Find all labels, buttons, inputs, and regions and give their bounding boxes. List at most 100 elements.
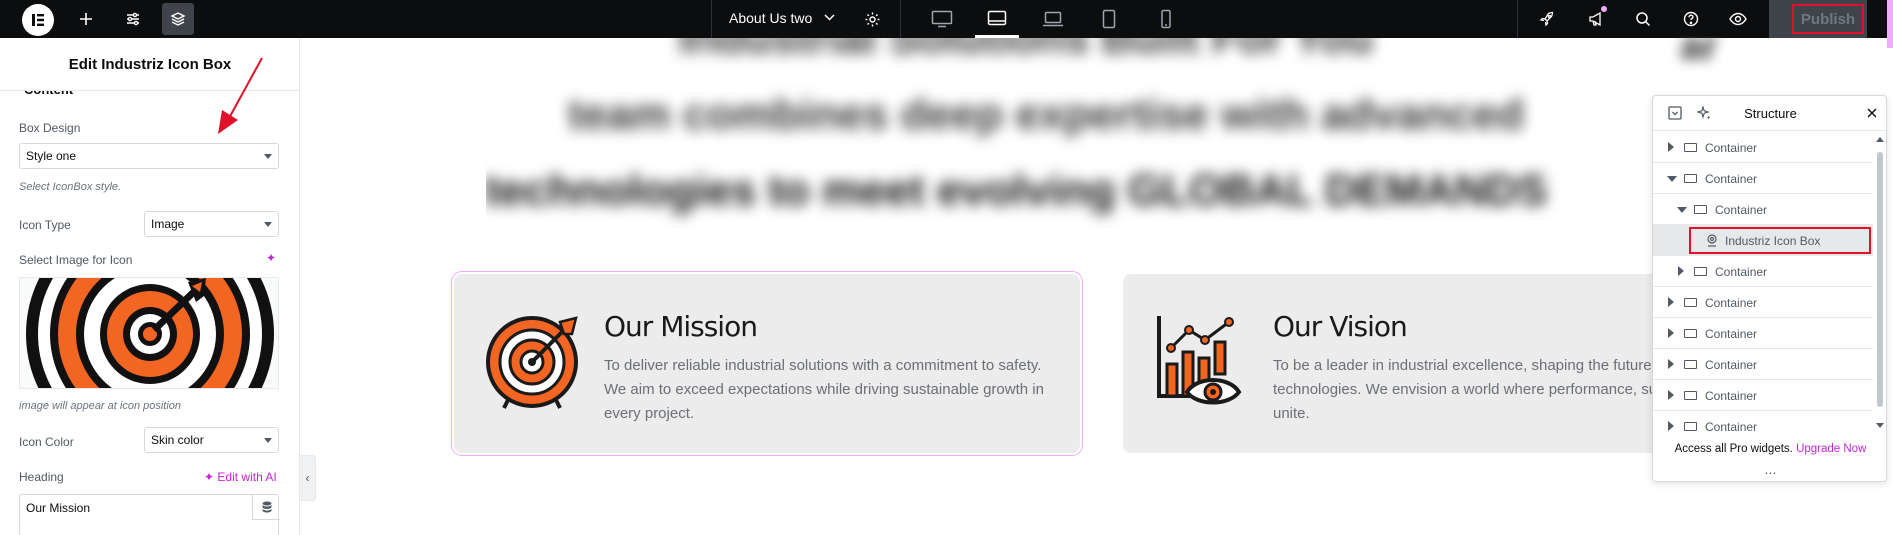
- structure-row-selected[interactable]: Industriz Icon Box: [1653, 225, 1873, 256]
- close-structure-button[interactable]: [1864, 105, 1880, 121]
- structure-row-label: Container: [1705, 420, 1758, 434]
- target-arrow-icon: [484, 314, 580, 410]
- container-icon: [1684, 422, 1697, 431]
- device-tablet-button[interactable]: [1085, 0, 1133, 38]
- whats-new-button[interactable]: [1580, 3, 1612, 35]
- upgrade-now-link[interactable]: Upgrade Now: [1796, 443, 1866, 455]
- page-settings-button[interactable]: [856, 3, 888, 35]
- container-icon: [1684, 391, 1697, 400]
- chevron-down-icon: [824, 14, 835, 21]
- caret-down-icon: [1667, 176, 1677, 182]
- hero-line-2: team combines deep expertise with advanc…: [567, 90, 1525, 139]
- caret-down-icon: [264, 222, 272, 227]
- edit-with-ai-label: Edit with AI: [217, 470, 277, 484]
- dynamic-tags-button[interactable]: [252, 494, 280, 520]
- preview-button[interactable]: [1722, 3, 1754, 35]
- add-element-button[interactable]: [70, 3, 102, 35]
- device-laptop-button[interactable]: [1029, 0, 1077, 38]
- icon-type-label: Icon Type: [19, 218, 71, 232]
- structure-row[interactable]: Container: [1653, 380, 1873, 411]
- site-settings-button[interactable]: [117, 3, 149, 35]
- tablet-landscape-icon: [987, 10, 1007, 26]
- box-design-value: Style one: [26, 149, 77, 163]
- box-design-hint: Select IconBox style.: [19, 181, 122, 193]
- edit-with-ai-button[interactable]: ✦ Edit with AI: [204, 470, 277, 484]
- structure-row-label: Container: [1705, 141, 1758, 155]
- mission-title: Our Mission: [604, 310, 758, 343]
- icon-type-value: Image: [151, 217, 185, 231]
- scroll-up-icon: [1876, 137, 1884, 142]
- heading-label: Heading: [19, 470, 64, 484]
- select-image-hint: image will appear at icon position: [19, 400, 182, 412]
- caret-right-icon: [1668, 328, 1674, 338]
- caret-right-icon: [1668, 390, 1674, 400]
- ai-sparkle-icon: ✦: [204, 470, 215, 484]
- structure-button[interactable]: [162, 3, 194, 35]
- sliders-icon: [127, 12, 139, 26]
- heading-textarea[interactable]: Our Mission: [19, 494, 280, 535]
- mission-text: To deliver reliable industrial solutions…: [604, 357, 1044, 422]
- help-icon: [1683, 11, 1699, 27]
- icon-color-label: Icon Color: [19, 435, 74, 449]
- elementor-logo-icon[interactable]: [22, 4, 54, 36]
- eye-icon: [1729, 12, 1747, 26]
- icon-image-preview[interactable]: [19, 277, 279, 389]
- launchpad-button[interactable]: [1531, 3, 1563, 35]
- structure-row[interactable]: Container: [1653, 411, 1873, 442]
- structure-footer: Access all Pro widgets. Upgrade Now: [1653, 443, 1886, 455]
- close-icon: [1867, 108, 1877, 118]
- publish-button[interactable]: Publish: [1792, 4, 1864, 34]
- container-icon: [1684, 143, 1697, 152]
- container-icon: [1684, 174, 1697, 183]
- plus-icon: [80, 13, 92, 25]
- laptop-icon: [1043, 11, 1063, 27]
- database-icon: [262, 501, 271, 512]
- finder-button[interactable]: [1627, 3, 1659, 35]
- purple-edge-strip: [1887, 0, 1893, 48]
- icon-type-select[interactable]: Image: [144, 211, 279, 237]
- structure-row-label: Container: [1705, 296, 1758, 310]
- structure-row-label: Container: [1705, 172, 1758, 186]
- document-title-label: About Us two: [729, 10, 813, 26]
- blurred-page-fragment: ar: [1680, 36, 1718, 68]
- device-mobile-button[interactable]: [1142, 0, 1190, 38]
- container-icon: [1694, 205, 1707, 214]
- structure-row[interactable]: Container: [1653, 132, 1873, 163]
- caret-down-icon: [1677, 207, 1687, 213]
- resize-handle-icon[interactable]: ⋯: [1653, 466, 1886, 480]
- scroll-down-icon: [1876, 423, 1884, 428]
- structure-row-label: Container: [1715, 203, 1768, 217]
- structure-row[interactable]: Container: [1653, 318, 1873, 349]
- help-button[interactable]: [1675, 3, 1707, 35]
- device-desktop-button[interactable]: [918, 0, 966, 38]
- structure-panel: Structure Container Container Container …: [1652, 95, 1887, 482]
- heading-value: Our Mission: [26, 501, 91, 515]
- structure-row[interactable]: Container: [1653, 163, 1873, 194]
- icon-color-select[interactable]: Skin color: [144, 427, 279, 453]
- vision-icon-box[interactable]: Our Vision To be a leader in industrial …: [1123, 274, 1832, 453]
- container-icon: [1684, 360, 1697, 369]
- search-icon: [1636, 12, 1651, 27]
- structure-row[interactable]: Container: [1653, 256, 1873, 287]
- select-image-label: Select Image for Icon: [19, 253, 133, 267]
- structure-row[interactable]: Container: [1653, 194, 1873, 225]
- pro-widgets-text: Access all Pro widgets.: [1674, 443, 1793, 455]
- desktop-icon: [931, 10, 953, 28]
- mobile-icon: [1161, 9, 1171, 29]
- icon-color-value: Skin color: [151, 433, 204, 447]
- scroll-thumb[interactable]: [1877, 152, 1883, 407]
- mission-icon-box[interactable]: Our Mission To deliver reliable industri…: [451, 271, 1083, 456]
- structure-row-label: Container: [1715, 265, 1768, 279]
- structure-row[interactable]: Container: [1653, 287, 1873, 318]
- structure-row-label: Container: [1705, 327, 1758, 341]
- collapse-panel-button[interactable]: ‹: [300, 455, 316, 501]
- ai-sparkle-icon[interactable]: ✦: [266, 251, 276, 265]
- document-title[interactable]: About Us two: [729, 10, 835, 26]
- structure-row[interactable]: Container: [1653, 349, 1873, 380]
- caret-right-icon: [1668, 421, 1674, 431]
- box-design-select[interactable]: Style one: [19, 143, 279, 169]
- megaphone-icon: [1588, 11, 1601, 27]
- structure-scrollbar[interactable]: [1876, 136, 1884, 436]
- device-tablet-landscape-button[interactable]: [973, 0, 1021, 38]
- structure-title: Structure: [1744, 106, 1797, 121]
